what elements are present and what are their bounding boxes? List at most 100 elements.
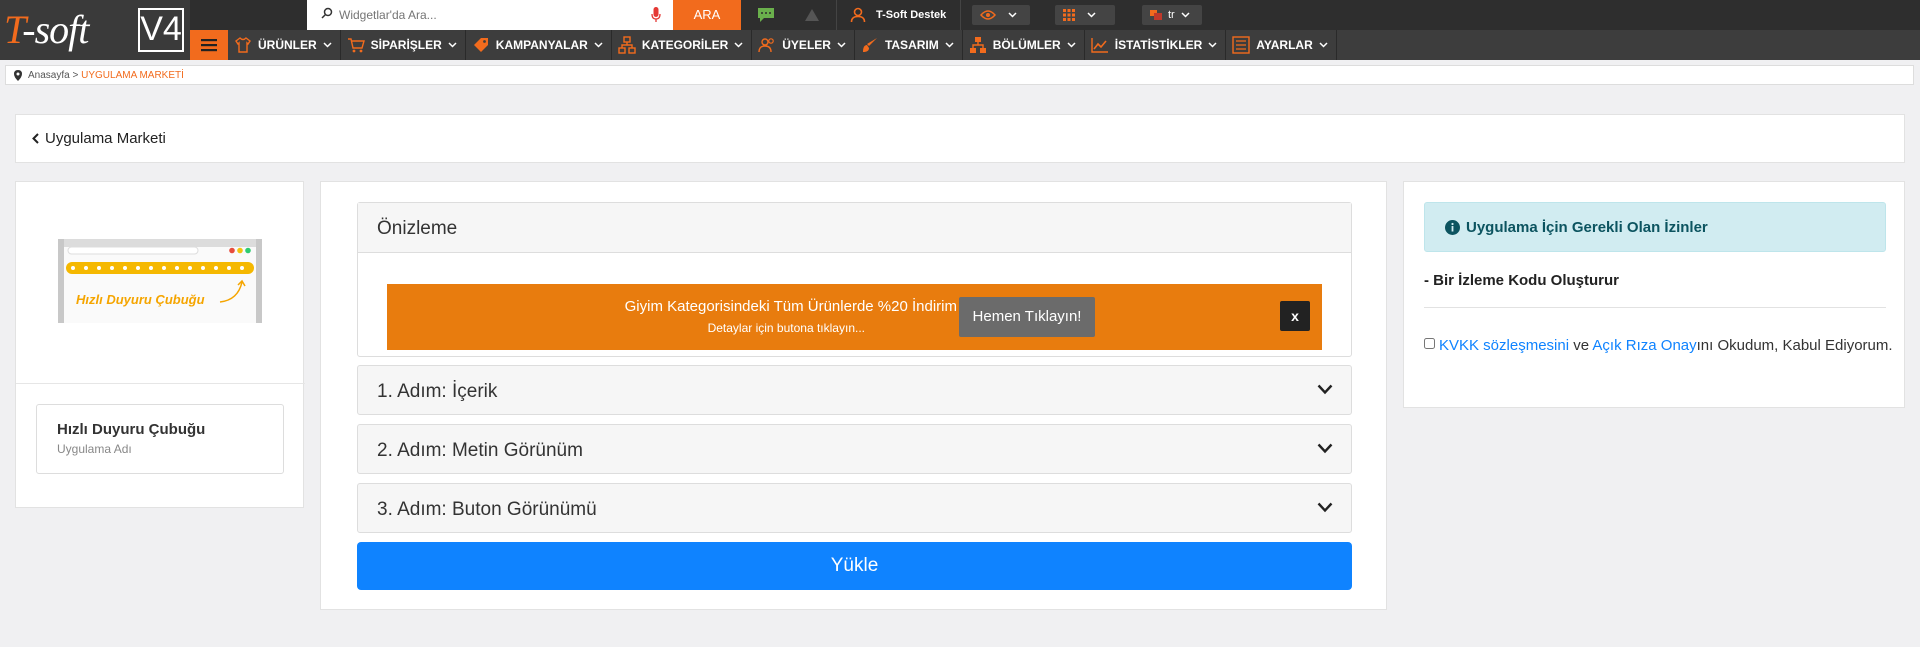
nav-item-settings[interactable]: AYARLAR	[1226, 30, 1337, 60]
chevron-down-icon	[594, 42, 603, 48]
sections-icon	[969, 37, 986, 53]
consent-row: KVKK sözleşmesini ve Açık Rıza Onayını O…	[1424, 334, 1894, 358]
nav-item-sections[interactable]: BÖLÜMLER	[963, 30, 1085, 60]
cart-icon	[347, 38, 365, 53]
close-button[interactable]: x	[1280, 301, 1310, 331]
app-name-box: Hızlı Duyuru Çubuğu Uygulama Adı	[36, 404, 284, 474]
step-text-appearance-accordion[interactable]: 2. Adım: Metin Görünüm	[357, 424, 1352, 474]
explicit-consent-link[interactable]: Açık Rıza Onay	[1592, 337, 1696, 354]
consent-text: ını Okudum, Kabul Ediyorum.	[1696, 337, 1893, 354]
chevron-down-icon	[1317, 443, 1333, 454]
nav-label: ÜYELER	[782, 38, 831, 52]
page-header: Uygulama Marketi	[15, 114, 1905, 163]
chevron-down-icon	[1319, 42, 1328, 48]
chevron-left-icon[interactable]	[32, 133, 39, 144]
support-link[interactable]: T-Soft Destek	[850, 0, 946, 30]
apps-dropdown[interactable]	[1055, 5, 1115, 25]
app-thumbnail: Hızlı Duyuru Çubuğu	[16, 182, 305, 384]
logo-text: T-soft	[4, 7, 89, 52]
announcement-bar-illustration: Hızlı Duyuru Çubuğu	[58, 239, 262, 323]
breadcrumb: Anasayfa > UYGULAMA MARKETİ	[5, 65, 1914, 85]
step-button-appearance-accordion[interactable]: 3. Adım: Buton Görünümü	[357, 483, 1352, 533]
breadcrumb-separator: >	[72, 69, 79, 81]
search-button[interactable]: ARA	[673, 0, 741, 30]
permissions-alert: Uygulama İçin Gerekli Olan İzinler	[1424, 202, 1886, 252]
users-icon	[758, 38, 775, 53]
nav-label: BÖLÜMLER	[992, 38, 1061, 52]
upload-button[interactable]: Yükle	[357, 542, 1352, 590]
thumbnail-caption: Hızlı Duyuru Çubuğu	[76, 292, 205, 307]
menu-toggle-button[interactable]	[190, 30, 228, 60]
language-label: tr	[1168, 9, 1175, 21]
nav-item-statistics[interactable]: İSTATİSTİKLER	[1085, 30, 1227, 60]
app-info-card: Hızlı Duyuru Çubuğu Hızlı Duyuru Çubuğu …	[15, 181, 305, 508]
nav-item-categories[interactable]: KATEGORİLER	[612, 30, 753, 60]
nav-label: TASARIM	[884, 38, 939, 52]
chevron-down-icon	[1181, 12, 1190, 18]
logo-version: V4	[138, 8, 184, 52]
support-label: T-Soft Destek	[876, 9, 947, 21]
step-content-accordion[interactable]: 1. Adım: İçerik	[357, 365, 1352, 415]
app-name-label: Uygulama Adı	[57, 442, 132, 456]
app-config-card: Önizleme Giyim Kategorisindeki Tüm Ürünl…	[320, 181, 1387, 610]
view-dropdown[interactable]	[972, 5, 1030, 25]
settings-list-icon	[1232, 36, 1250, 54]
shirt-icon	[235, 37, 251, 53]
tsoft-logo[interactable]: T-soft V4	[0, 0, 190, 60]
announcement-cta-button[interactable]: Hemen Tıklayın!	[959, 297, 1095, 337]
chevron-down-icon	[837, 42, 846, 48]
step-label: 2. Adım: Metin Görünüm	[377, 440, 583, 461]
step-label: 1. Adım: İçerik	[377, 381, 498, 402]
nav-item-campaigns[interactable]: KAMPANYALAR	[466, 30, 612, 60]
user-icon	[850, 7, 866, 23]
divider	[1424, 307, 1886, 308]
divider	[836, 0, 837, 30]
nav-label: İSTATİSTİKLER	[1114, 38, 1203, 52]
hamburger-icon	[201, 39, 217, 52]
consent-checkbox[interactable]	[1424, 338, 1435, 349]
search-icon	[321, 7, 333, 19]
location-pin-icon	[14, 69, 22, 81]
nav-item-members[interactable]: ÜYELER	[752, 30, 855, 60]
messages-icon[interactable]	[746, 0, 786, 30]
chevron-down-icon	[1317, 502, 1333, 513]
nav-label: KATEGORİLER	[641, 38, 729, 52]
permission-item: - Bir İzleme Kodu Oluşturur	[1424, 272, 1620, 289]
divider	[960, 0, 961, 30]
step-label: 3. Adım: Buton Görünümü	[377, 499, 597, 520]
announcement-bar-preview: Giyim Kategorisindeki Tüm Ürünlerde %20 …	[387, 284, 1322, 350]
nav-label: ÜRÜNLER	[258, 38, 317, 52]
nav-label: KAMPANYALAR	[495, 38, 588, 52]
language-dropdown[interactable]: tr	[1142, 5, 1202, 25]
eye-icon	[980, 10, 996, 20]
breadcrumb-home[interactable]: Anasayfa	[28, 70, 70, 81]
search-input[interactable]	[339, 4, 639, 26]
permissions-card: Uygulama İçin Gerekli Olan İzinler - Bir…	[1403, 181, 1905, 408]
nav-item-orders[interactable]: SİPARİŞLER	[341, 30, 466, 60]
nav-item-products[interactable]: ÜRÜNLER	[228, 30, 341, 60]
chevron-down-icon	[1067, 42, 1076, 48]
breadcrumb-current: UYGULAMA MARKETİ	[81, 69, 184, 81]
info-icon	[1445, 219, 1460, 235]
announcement-subtext: Detaylar için butona tıklayın...	[707, 321, 865, 335]
chevron-down-icon	[1087, 12, 1096, 18]
permissions-title: Uygulama İçin Gerekli Olan İzinler	[1466, 218, 1708, 236]
chevron-down-icon	[734, 42, 743, 48]
brush-icon	[862, 38, 877, 52]
consent-and: ve	[1569, 337, 1593, 354]
language-icon	[1150, 10, 1162, 20]
sitemap-icon	[618, 36, 636, 54]
preview-title: Önizleme	[358, 203, 1351, 253]
top-bar: ARA T-Soft Destek tr	[0, 0, 1920, 30]
chevron-down-icon	[1317, 384, 1333, 395]
kvkk-link[interactable]: KVKK sözleşmesini	[1439, 337, 1569, 354]
microphone-icon[interactable]	[651, 7, 661, 23]
main-nav: ÜRÜNLER SİPARİŞLER KAMPANYALAR KATEGORİL…	[190, 30, 1920, 60]
nav-item-design[interactable]: TASARIM	[855, 30, 963, 60]
chevron-down-icon	[323, 42, 332, 48]
page-title[interactable]: Uygulama Marketi	[45, 130, 166, 147]
tag-icon	[473, 38, 488, 52]
warning-icon[interactable]	[792, 0, 832, 30]
grid-icon	[1063, 9, 1075, 21]
chart-icon	[1091, 38, 1108, 53]
